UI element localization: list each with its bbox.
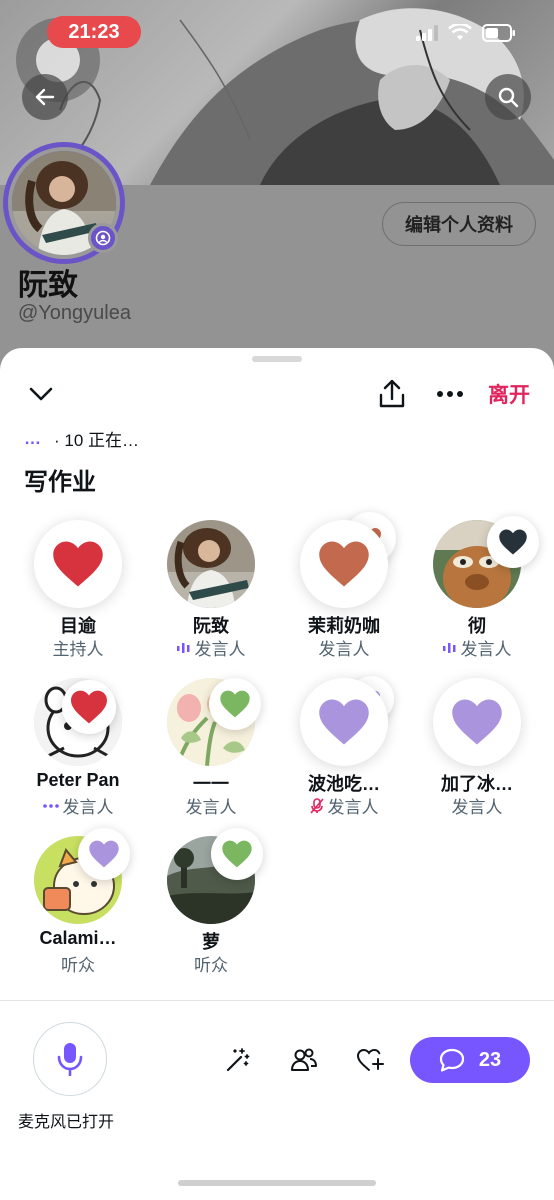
participant-card[interactable]: 彻 发言人 bbox=[411, 516, 543, 670]
heart-icon bbox=[499, 529, 527, 555]
sheet-grabber[interactable] bbox=[252, 356, 302, 362]
participant-card[interactable]: 阮致 发言人 bbox=[145, 520, 277, 670]
space-title: 写作业 bbox=[24, 469, 96, 496]
status-time: 21:23 bbox=[47, 16, 141, 48]
signal-icon bbox=[416, 25, 438, 41]
profile-name: 阮致 bbox=[18, 269, 78, 302]
comment-count: 23 bbox=[478, 1048, 502, 1071]
participant-card[interactable]: Calami… 听众 bbox=[12, 828, 144, 986]
reaction-bubble bbox=[211, 828, 263, 880]
reaction-bubble bbox=[62, 680, 116, 734]
chevron-down-icon bbox=[29, 387, 53, 401]
participant-role: 发言人 bbox=[278, 793, 410, 818]
participant-avatar bbox=[34, 520, 122, 608]
listener-count: · 10 正在… bbox=[54, 431, 140, 450]
space-sheet: 离开 … · 10 正在… 写作业 目逾 主持人 阮致 发言人 茉莉奶咖 发言人… bbox=[0, 348, 554, 1200]
reaction-bubble bbox=[487, 516, 539, 568]
heart-icon bbox=[53, 541, 103, 587]
participant-role: 发言人 bbox=[12, 793, 144, 818]
edit-profile-button[interactable]: 编辑个人资料 bbox=[382, 202, 536, 246]
battery-icon bbox=[482, 24, 515, 42]
heart-icon bbox=[220, 690, 250, 718]
participant-avatar bbox=[300, 678, 388, 766]
status-icons bbox=[416, 24, 516, 42]
home-indicator[interactable] bbox=[178, 1180, 376, 1186]
participant-card[interactable]: Peter Pan 发言人 bbox=[12, 678, 144, 828]
share-button[interactable] bbox=[374, 372, 410, 416]
heart-icon bbox=[452, 699, 502, 745]
reaction-bubble bbox=[209, 678, 261, 730]
bottom-divider bbox=[0, 1000, 554, 1001]
heart-icon bbox=[222, 840, 252, 868]
participant-avatar bbox=[433, 678, 521, 766]
profile-handle: @Yongyulea bbox=[18, 302, 131, 324]
heart-icon bbox=[319, 699, 369, 745]
leave-button[interactable]: 离开 bbox=[488, 372, 530, 416]
participant-role: 听众 bbox=[61, 956, 95, 975]
magic-wand-icon bbox=[226, 1048, 250, 1072]
search-button[interactable] bbox=[485, 74, 531, 120]
participant-name: Peter Pan bbox=[36, 770, 120, 790]
people-icon bbox=[291, 1048, 317, 1071]
participants-button[interactable] bbox=[284, 1040, 324, 1080]
sound-effects-button[interactable] bbox=[218, 1040, 258, 1080]
collapse-button[interactable] bbox=[24, 372, 58, 416]
participant-avatar bbox=[167, 520, 255, 608]
more-horizontal-icon bbox=[437, 391, 463, 397]
participant-role: 发言人 bbox=[318, 640, 370, 659]
reactions-button[interactable] bbox=[350, 1040, 390, 1080]
heart-plus-icon bbox=[356, 1048, 384, 1071]
space-live-badge bbox=[88, 223, 118, 253]
heart-icon bbox=[319, 541, 369, 587]
listener-summary[interactable]: … · 10 正在… bbox=[24, 426, 139, 451]
speaking-icon bbox=[176, 642, 189, 653]
typing-dots-icon bbox=[42, 803, 59, 808]
wifi-icon bbox=[448, 24, 472, 40]
spaces-icon bbox=[95, 230, 111, 246]
comments-button[interactable]: 23 bbox=[410, 1037, 530, 1083]
participant-role: 发言人 bbox=[451, 798, 503, 817]
participant-card[interactable]: 茉莉奶咖 发言人 bbox=[278, 512, 410, 670]
participant-role: 主持人 bbox=[52, 640, 104, 659]
arrow-left-icon bbox=[35, 88, 55, 106]
profile-background: 21:23 编辑个人资料 阮致 @Yongyulea bbox=[0, 0, 554, 400]
participant-role: 发言人 bbox=[145, 635, 277, 660]
participant-avatar bbox=[300, 520, 388, 608]
participant-card[interactable]: 一一 发言人 bbox=[145, 678, 277, 828]
search-icon bbox=[498, 87, 519, 108]
share-icon bbox=[379, 379, 405, 408]
space-header: 离开 bbox=[0, 372, 554, 416]
participant-role: 听众 bbox=[194, 956, 228, 975]
participant-card[interactable]: 目逾 主持人 bbox=[12, 520, 144, 670]
microphone-button[interactable] bbox=[33, 1022, 107, 1096]
mic-status-label: 麦克风已打开 bbox=[18, 1114, 115, 1131]
speaking-icon bbox=[442, 642, 455, 653]
participant-name: Calami… bbox=[39, 928, 117, 948]
heart-icon bbox=[71, 690, 107, 724]
heart-icon bbox=[89, 840, 119, 868]
participant-card[interactable]: 加了冰… 发言人 bbox=[411, 678, 543, 828]
participant-role: 发言人 bbox=[411, 635, 543, 660]
reaction-bubble bbox=[78, 828, 130, 880]
back-button[interactable] bbox=[22, 74, 68, 120]
participant-role: 发言人 bbox=[185, 798, 237, 817]
participant-card[interactable]: 波池吃… 发言人 bbox=[278, 676, 410, 828]
comment-icon bbox=[439, 1048, 464, 1072]
mic-muted-icon bbox=[309, 797, 324, 814]
microphone-icon bbox=[57, 1043, 83, 1076]
participant-card[interactable]: 萝 听众 bbox=[145, 828, 277, 986]
listener-avatars: … bbox=[24, 428, 42, 448]
more-options-button[interactable] bbox=[432, 372, 468, 416]
